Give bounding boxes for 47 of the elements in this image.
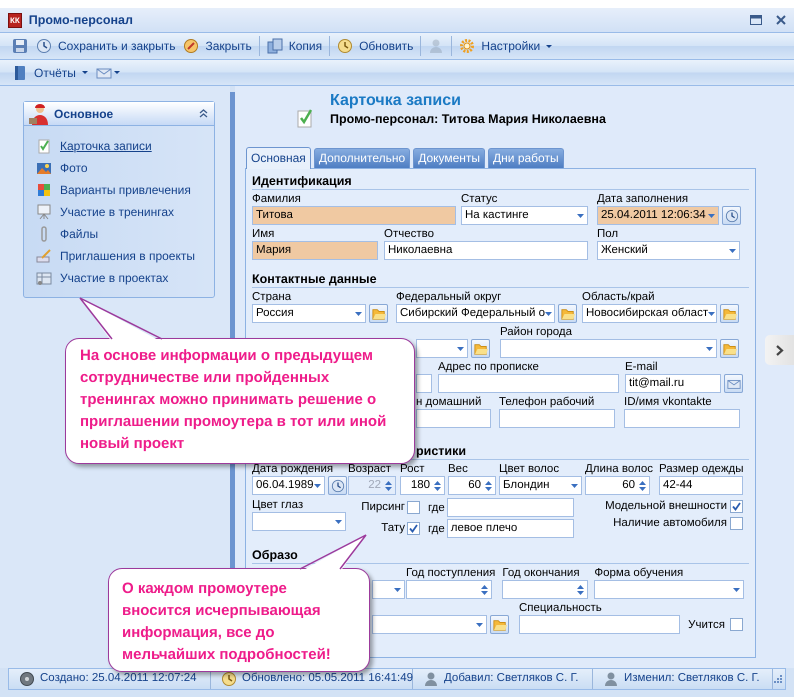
field-label: Район города: [500, 325, 572, 339]
field-label: Страна: [252, 290, 292, 304]
field-label: Форма обучения: [594, 566, 684, 580]
status-text: Изменил: Светляков С. Г.: [624, 671, 760, 686]
field-label: Дата рождения: [252, 462, 334, 476]
field-label: Область/край: [582, 290, 655, 304]
section-title: Контактные данные: [252, 272, 377, 286]
field-label: Отчество: [384, 227, 434, 241]
checkbox-label: Пирсинг: [360, 500, 405, 515]
field-label: Телефон рабочий: [499, 395, 594, 409]
section-title: ристики: [416, 444, 466, 458]
field-label: Цвет глаз: [252, 498, 304, 512]
field-label: Дата заполнения: [597, 192, 688, 206]
field-label: E-mail: [625, 360, 658, 374]
field-label: ID/имя vkontakte: [624, 395, 712, 409]
card-subtitle: Промо-персонал: Титова Мария Николаевна: [330, 111, 606, 128]
field-label: Федеральный округ: [396, 290, 502, 304]
field-label: Специальность: [519, 601, 602, 615]
field-label: Год окончания: [502, 566, 580, 580]
card-title: Карточка записи: [330, 91, 462, 111]
window-title: Промо-персонал: [28, 12, 133, 29]
field-label: Статус: [461, 192, 498, 206]
field-label: Длина волос: [585, 462, 653, 476]
field-label: Фамилия: [252, 192, 301, 206]
field-label: Пол: [597, 227, 618, 241]
section-title: Образо: [252, 548, 298, 562]
field-label: Год поступления: [406, 566, 496, 580]
field-label: где: [428, 522, 445, 536]
checkbox-label: Учится: [688, 618, 725, 632]
field-label: н домашний: [416, 395, 482, 409]
checkbox-label: Наличие автомобиля: [613, 516, 727, 531]
field-label: Адрес по прописке: [438, 360, 539, 374]
checkbox-label: Тату: [380, 520, 405, 536]
field-label: Имя: [252, 227, 274, 241]
field-label: Размер одежды: [658, 462, 744, 476]
field-label: Вес: [448, 462, 468, 476]
status-text: Создано: 25.04.2011 12:07:24: [40, 671, 196, 686]
field-label: Возраст: [348, 462, 392, 476]
checkbox-label: Модельной внешности: [605, 498, 727, 514]
app-logo: КК: [8, 12, 22, 28]
status-text: Обновлено: 05.05.2011 16:41:49: [242, 671, 414, 686]
panel-title: Основное: [54, 106, 114, 122]
field-label: Рост: [400, 462, 425, 476]
field-label: Цвет волос: [499, 462, 560, 476]
field-label: где: [428, 500, 445, 514]
section-title: Идентификация: [252, 174, 352, 188]
status-text: Добавил: Светляков С. Г.: [444, 671, 578, 686]
